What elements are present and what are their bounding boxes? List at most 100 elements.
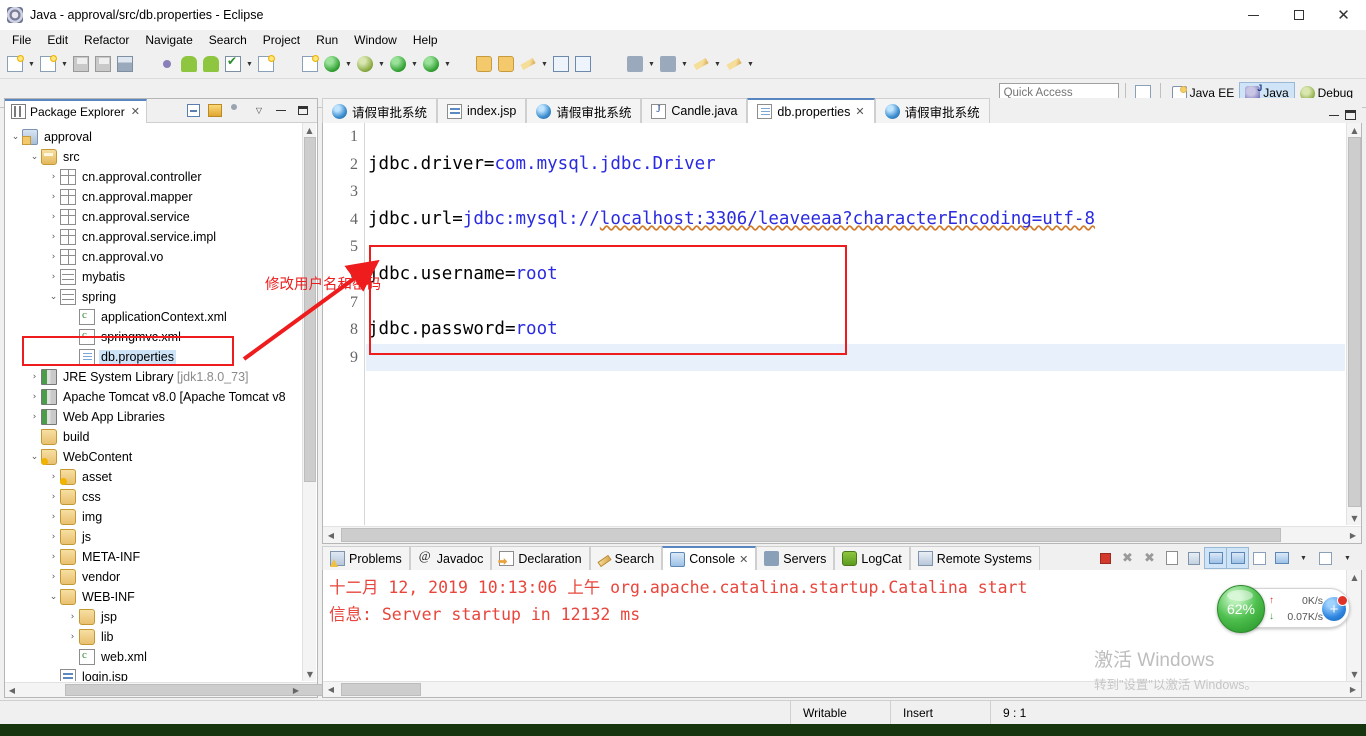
code-line[interactable] — [366, 178, 1345, 206]
link-with-editor-button[interactable] — [205, 101, 225, 121]
scroll-right-icon[interactable]: ▶ — [289, 683, 303, 697]
debug-dropdown[interactable]: ▼ — [376, 53, 387, 75]
scrollbar-thumb-h[interactable] — [341, 528, 1281, 542]
debug-button[interactable] — [354, 53, 376, 75]
code-line[interactable] — [366, 344, 1345, 372]
tree-item-asset[interactable]: ›asset — [5, 467, 317, 487]
chevron-right-icon[interactable]: › — [66, 627, 79, 647]
scroll-up-icon[interactable]: ▲ — [1347, 570, 1362, 584]
terminate-button[interactable] — [1095, 548, 1116, 568]
tree-item-meta-inf[interactable]: ›META-INF — [5, 547, 317, 567]
tree-item-applicationcontext-xml[interactable]: applicationContext.xml — [5, 307, 317, 327]
tree-item-cn-approval-service[interactable]: ›cn.approval.service — [5, 207, 317, 227]
new-annotation-button[interactable] — [299, 53, 321, 75]
menu-edit[interactable]: Edit — [39, 31, 76, 49]
console-tab-search[interactable]: Search — [590, 546, 663, 570]
chevron-down-icon[interactable]: ⌄ — [47, 287, 60, 307]
new-package-button[interactable] — [277, 53, 299, 75]
chevron-right-icon[interactable]: › — [28, 387, 41, 407]
next-annotation-button[interactable] — [624, 53, 646, 75]
new-java-class-button[interactable] — [37, 53, 59, 75]
tree-item-webcontent[interactable]: ⌄WebContent — [5, 447, 317, 467]
whitespace-button[interactable] — [572, 53, 594, 75]
open-type-button[interactable] — [473, 53, 495, 75]
tree-item-approval[interactable]: ⌄approval — [5, 127, 317, 147]
previous-edit-dropdown[interactable]: ▼ — [679, 53, 690, 75]
remove-all-terminated-button[interactable]: ✖ — [1139, 548, 1160, 568]
scroll-right-icon[interactable]: ▶ — [1345, 527, 1361, 543]
new-java-class-dropdown[interactable]: ▼ — [59, 53, 70, 75]
new-wizard-button[interactable] — [4, 53, 26, 75]
tree-item-build[interactable]: build — [5, 427, 317, 447]
save-button[interactable] — [70, 53, 92, 75]
print-button[interactable] — [114, 53, 136, 75]
console-tab-logcat[interactable]: LogCat — [834, 546, 909, 570]
console-tab-remote-systems[interactable]: Remote Systems — [910, 546, 1040, 570]
tree-item-jsp[interactable]: ›jsp — [5, 607, 317, 627]
tree-item-springmvc-xml[interactable]: springmvc.xml — [5, 327, 317, 347]
editor-vertical-scrollbar[interactable]: ▲ ▼ — [1346, 123, 1361, 525]
menu-file[interactable]: File — [4, 31, 39, 49]
code-line[interactable]: jdbc.url=jdbc:mysql://localhost:3306/lea… — [366, 206, 1345, 234]
tree-item-lib[interactable]: ›lib — [5, 627, 317, 647]
lock-scroll-button[interactable] — [1183, 548, 1204, 568]
tree-item-src[interactable]: ⌄src — [5, 147, 317, 167]
scroll-lock-button[interactable] — [1205, 548, 1226, 568]
close-icon[interactable]: ✕ — [739, 553, 748, 566]
close-button[interactable]: ✕ — [1321, 0, 1366, 30]
maximize-icon[interactable] — [1345, 110, 1356, 120]
code-editor[interactable]: jdbc.driver=com.mysql.jdbc.Driver jdbc.ur… — [366, 123, 1345, 525]
tree-item-cn-approval-service-impl[interactable]: ›cn.approval.service.impl — [5, 227, 317, 247]
chevron-right-icon[interactable]: › — [47, 267, 60, 287]
menu-navigate[interactable]: Navigate — [137, 31, 200, 49]
tree-item-web-app-libraries[interactable]: ›Web App Libraries — [5, 407, 317, 427]
validate-button[interactable] — [222, 53, 244, 75]
minimize-button[interactable] — [1315, 548, 1336, 568]
tree-item-js[interactable]: ›js — [5, 527, 317, 547]
new-xml-button[interactable] — [255, 53, 277, 75]
menu-window[interactable]: Window — [346, 31, 405, 49]
display-selected-console-button[interactable] — [1271, 548, 1292, 568]
open-task-button[interactable] — [495, 53, 517, 75]
close-icon[interactable]: ✕ — [855, 105, 864, 118]
next-annotation-dropdown[interactable]: ▼ — [646, 53, 657, 75]
tree-item-web-xml[interactable]: web.xml — [5, 647, 317, 667]
remove-launch-button[interactable]: ✖ — [1117, 548, 1138, 568]
toggle-ui-button[interactable] — [156, 53, 178, 75]
clear-console-button[interactable] — [1161, 548, 1182, 568]
scroll-left-icon[interactable]: ◀ — [323, 682, 339, 697]
maximize-button[interactable] — [1276, 0, 1321, 30]
tree-item-web-inf[interactable]: ⌄WEB-INF — [5, 587, 317, 607]
editor-tab-3[interactable]: Candle.java — [641, 98, 747, 123]
view-menu-button[interactable]: ▽ — [249, 101, 269, 121]
chevron-right-icon[interactable]: › — [28, 367, 41, 387]
maximize-button[interactable]: ▼ — [1337, 548, 1358, 568]
forward-dropdown[interactable]: ▼ — [745, 53, 756, 75]
editor-tab-5[interactable]: 请假审批系统 — [875, 98, 990, 123]
run-server-button[interactable] — [420, 53, 442, 75]
tree-vertical-scrollbar[interactable]: ▲ ▼ — [302, 123, 316, 681]
annotation-button[interactable] — [517, 53, 539, 75]
tree-horizontal-scrollbar[interactable]: ◀ ▶ — [5, 682, 317, 697]
save-all-button[interactable] — [92, 53, 114, 75]
tree-item-db-properties[interactable]: db.properties — [5, 347, 317, 367]
chevron-down-icon[interactable]: ⌄ — [47, 587, 60, 607]
cpu-usage-ball[interactable]: 62% — [1217, 585, 1265, 633]
code-line[interactable]: jdbc.driver=com.mysql.jdbc.Driver — [366, 151, 1345, 179]
menu-help[interactable]: Help — [405, 31, 446, 49]
chevron-right-icon[interactable]: › — [28, 407, 41, 427]
tree-item-img[interactable]: ›img — [5, 507, 317, 527]
editor-tab-4[interactable]: db.properties✕ — [747, 98, 874, 123]
code-line[interactable] — [366, 289, 1345, 317]
add-button[interactable]: + — [1322, 597, 1346, 621]
chevron-right-icon[interactable]: › — [47, 207, 60, 227]
coverage-button[interactable] — [321, 53, 343, 75]
console-tab-console[interactable]: Console✕ — [662, 546, 756, 570]
chevron-down-icon[interactable]: ⌄ — [28, 447, 41, 467]
scroll-up-icon[interactable]: ▲ — [303, 123, 316, 137]
pin-console-button[interactable] — [1249, 548, 1270, 568]
chevron-right-icon[interactable]: › — [47, 247, 60, 267]
coverage-dropdown[interactable]: ▼ — [343, 53, 354, 75]
tree-item-cn-approval-controller[interactable]: ›cn.approval.controller — [5, 167, 317, 187]
run-server-dropdown[interactable]: ▼ — [442, 53, 453, 75]
